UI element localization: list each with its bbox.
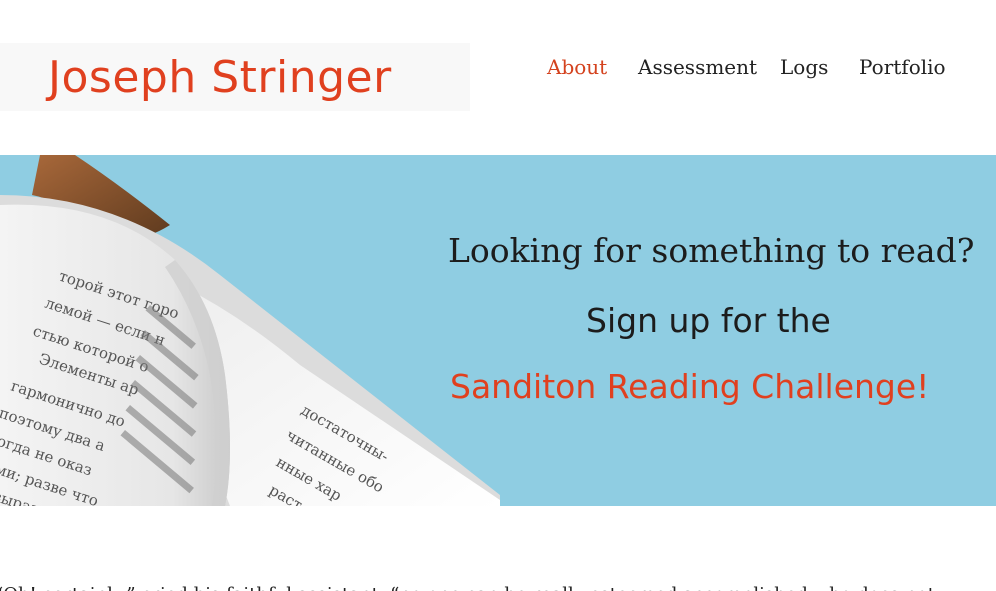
nav-item-assessment[interactable]: Assessment [638,52,757,82]
hero-subheadline: Sign up for the [586,301,831,340]
open-book-image: торой этот горо лемой — если н стью кото… [0,155,500,506]
hero-challenge-title[interactable]: Sanditon Reading Challenge! [450,365,929,409]
hero-banner: торой этот горо лемой — если н стью кото… [0,155,996,506]
intro-paragraph: “Oh! certainly,” cried his faithful assi… [0,581,994,591]
main-navigation: About Assessment Logs Portfolio [0,52,996,82]
nav-item-logs[interactable]: Logs [780,52,828,82]
hero-headline: Looking for something to read? [448,231,975,270]
nav-item-portfolio[interactable]: Portfolio [859,52,946,82]
site-header: Joseph Stringer About Assessment Logs Po… [0,0,996,155]
nav-item-about[interactable]: About [547,52,607,82]
